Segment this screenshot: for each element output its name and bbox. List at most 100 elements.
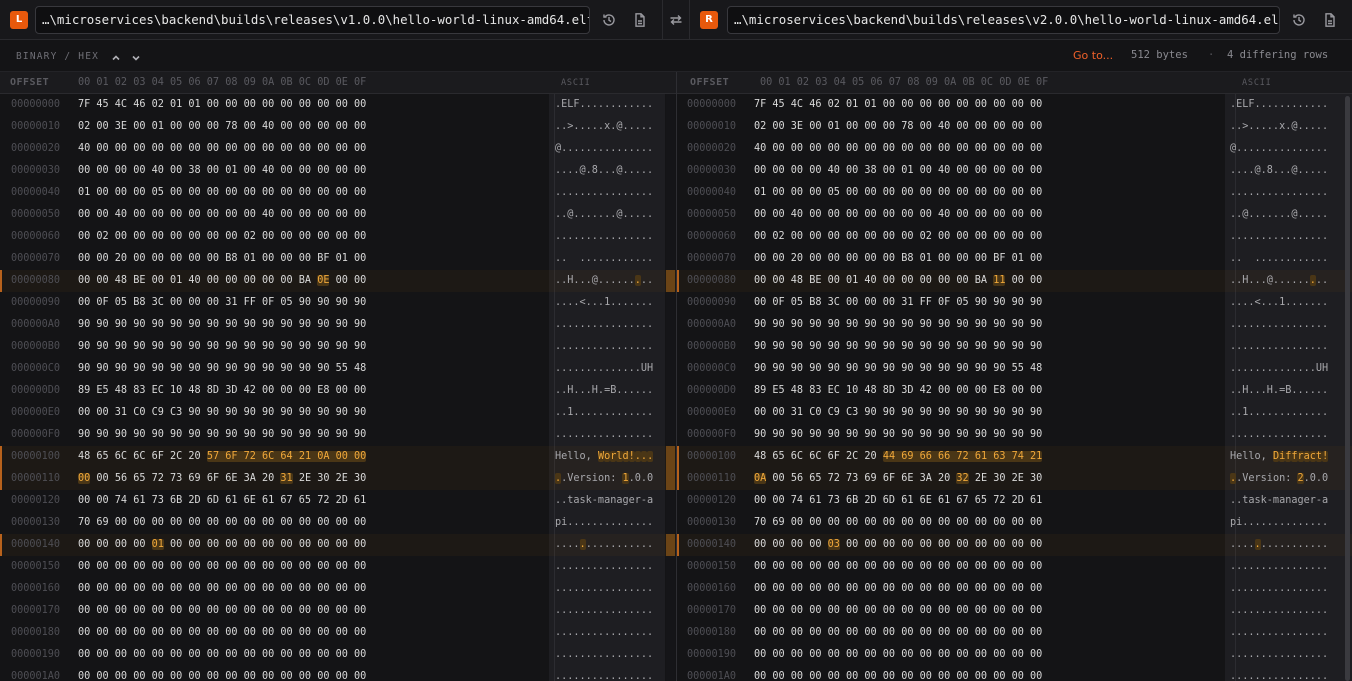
- goto-link[interactable]: Go to...: [1073, 49, 1113, 62]
- table-row[interactable]: 00000120 00 00 74 61 73 6B 2D 6D 61 6E 61…: [677, 490, 1352, 512]
- row-hex-bytes[interactable]: 90 90 90 90 90 90 90 90 90 90 90 90 90 9…: [754, 336, 1042, 358]
- row-hex-bytes[interactable]: 00 00 74 61 73 6B 2D 6D 61 6E 61 67 65 7…: [754, 490, 1042, 512]
- table-row[interactable]: 00000190 00 00 00 00 00 00 00 00 00 00 00…: [677, 644, 1352, 666]
- row-hex-bytes[interactable]: 00 00 00 00 00 00 00 00 00 00 00 00 00 0…: [754, 600, 1042, 622]
- row-ascii[interactable]: ................: [555, 644, 653, 666]
- table-row[interactable]: 00000040 01 00 00 00 05 00 00 00 00 00 00…: [677, 182, 1352, 204]
- row-hex-bytes[interactable]: 0A 00 56 65 72 73 69 6F 6E 3A 20 32 2E 3…: [754, 468, 1042, 490]
- row-hex-bytes[interactable]: 00 02 00 00 00 00 00 00 00 02 00 00 00 0…: [78, 226, 366, 248]
- table-row[interactable]: 000000E0 00 00 31 C0 C9 C3 90 90 90 90 90…: [677, 402, 1352, 424]
- row-hex-bytes[interactable]: 48 65 6C 6C 6F 2C 20 57 6F 72 6C 64 21 0…: [78, 446, 367, 468]
- row-ascii[interactable]: @...............: [555, 138, 653, 160]
- row-hex-bytes[interactable]: 00 00 31 C0 C9 C3 90 90 90 90 90 90 90 9…: [78, 402, 366, 424]
- table-row[interactable]: 000000F0 90 90 90 90 90 90 90 90 90 90 90…: [677, 424, 1352, 446]
- table-row[interactable]: 00000090 00 0F 05 B8 3C 00 00 00 31 FF 0F…: [677, 292, 1352, 314]
- table-row[interactable]: 000000D0 89 E5 48 83 EC 10 48 8D 3D 42 00…: [0, 380, 676, 402]
- table-row[interactable]: 00000180 00 00 00 00 00 00 00 00 00 00 00…: [0, 622, 676, 644]
- row-hex-bytes[interactable]: 00 0F 05 B8 3C 00 00 00 31 FF 0F 05 90 9…: [754, 292, 1042, 314]
- row-ascii[interactable]: ................: [1230, 424, 1328, 446]
- table-row[interactable]: 000000C0 90 90 90 90 90 90 90 90 90 90 90…: [677, 358, 1352, 380]
- row-ascii[interactable]: ....<...1.......: [555, 292, 653, 314]
- row-ascii[interactable]: ..H...H.=B......: [555, 380, 653, 402]
- row-ascii[interactable]: ................: [555, 600, 653, 622]
- row-hex-bytes[interactable]: 00 00 00 00 00 00 00 00 00 00 00 00 00 0…: [754, 556, 1042, 578]
- table-row[interactable]: 00000140 00 00 00 00 01 00 00 00 00 00 00…: [0, 534, 676, 556]
- table-row[interactable]: 000000D0 89 E5 48 83 EC 10 48 8D 3D 42 00…: [677, 380, 1352, 402]
- diff-minimap[interactable]: [666, 94, 675, 681]
- row-ascii[interactable]: ................: [1230, 336, 1328, 358]
- row-ascii[interactable]: ....@.8...@.....: [1230, 160, 1328, 182]
- row-hex-bytes[interactable]: 00 00 00 00 40 00 38 00 01 00 40 00 00 0…: [754, 160, 1042, 182]
- document-icon[interactable]: [632, 12, 648, 28]
- right-hex-pane[interactable]: OFFSET 00 01 02 03 04 05 06 07 08 09 0A …: [677, 72, 1352, 681]
- diff-marker[interactable]: [666, 446, 675, 468]
- table-row[interactable]: 00000020 40 00 00 00 00 00 00 00 00 00 00…: [677, 138, 1352, 160]
- document-icon[interactable]: [1322, 12, 1338, 28]
- row-ascii[interactable]: ................: [555, 226, 653, 248]
- row-hex-bytes[interactable]: 00 0F 05 B8 3C 00 00 00 31 FF 0F 05 90 9…: [78, 292, 366, 314]
- row-ascii[interactable]: Hello, Diffract!: [1230, 446, 1329, 468]
- row-ascii[interactable]: .ELF............: [555, 94, 653, 116]
- table-row[interactable]: 00000000 7F 45 4C 46 02 01 01 00 00 00 00…: [0, 94, 676, 116]
- row-hex-bytes[interactable]: 90 90 90 90 90 90 90 90 90 90 90 90 90 9…: [754, 314, 1042, 336]
- table-row[interactable]: 00000030 00 00 00 00 40 00 38 00 01 00 40…: [677, 160, 1352, 182]
- row-hex-bytes[interactable]: 90 90 90 90 90 90 90 90 90 90 90 90 90 9…: [78, 424, 366, 446]
- table-row[interactable]: 00000090 00 0F 05 B8 3C 00 00 00 31 FF 0F…: [0, 292, 676, 314]
- row-ascii[interactable]: ................: [555, 336, 653, 358]
- table-row[interactable]: 00000050 00 00 40 00 00 00 00 00 00 00 40…: [0, 204, 676, 226]
- row-hex-bytes[interactable]: 00 00 00 00 00 00 00 00 00 00 00 00 00 0…: [754, 578, 1042, 600]
- row-ascii[interactable]: ................: [1230, 534, 1328, 556]
- row-hex-bytes[interactable]: 00 00 00 00 00 00 00 00 00 00 00 00 00 0…: [78, 622, 366, 644]
- row-ascii[interactable]: .ELF............: [1230, 94, 1328, 116]
- diff-marker[interactable]: [666, 534, 675, 556]
- row-ascii[interactable]: pi..............: [1230, 512, 1328, 534]
- row-hex-bytes[interactable]: 90 90 90 90 90 90 90 90 90 90 90 90 90 9…: [754, 424, 1042, 446]
- table-row[interactable]: 00000110 0A 00 56 65 72 73 69 6F 6E 3A 20…: [677, 468, 1352, 490]
- chevron-up-icon[interactable]: [110, 49, 122, 61]
- diff-marker[interactable]: [666, 468, 675, 490]
- table-row[interactable]: 00000170 00 00 00 00 00 00 00 00 00 00 00…: [0, 600, 676, 622]
- table-row[interactable]: 000000A0 90 90 90 90 90 90 90 90 90 90 90…: [0, 314, 676, 336]
- row-ascii[interactable]: ................: [555, 622, 653, 644]
- table-row[interactable]: 00000110 00 00 56 65 72 73 69 6F 6E 3A 20…: [0, 468, 676, 490]
- row-hex-bytes[interactable]: 00 00 00 00 03 00 00 00 00 00 00 00 00 0…: [754, 534, 1042, 556]
- row-hex-bytes[interactable]: 00 00 00 00 00 00 00 00 00 00 00 00 00 0…: [78, 556, 366, 578]
- row-ascii[interactable]: ................: [555, 534, 653, 556]
- row-ascii[interactable]: Hello, World!...: [555, 446, 654, 468]
- table-row[interactable]: 00000150 00 00 00 00 00 00 00 00 00 00 00…: [0, 556, 676, 578]
- table-row[interactable]: 00000130 70 69 00 00 00 00 00 00 00 00 00…: [0, 512, 676, 534]
- table-row[interactable]: 00000150 00 00 00 00 00 00 00 00 00 00 00…: [677, 556, 1352, 578]
- row-hex-bytes[interactable]: 01 00 00 00 05 00 00 00 00 00 00 00 00 0…: [78, 182, 366, 204]
- table-row[interactable]: 000000F0 90 90 90 90 90 90 90 90 90 90 90…: [0, 424, 676, 446]
- row-ascii[interactable]: ..H...@.........: [1230, 270, 1328, 292]
- row-ascii[interactable]: ..Version: 1.0.0: [555, 468, 653, 490]
- row-ascii[interactable]: ................: [555, 314, 653, 336]
- table-row[interactable]: 000001A0 00 00 00 00 00 00 00 00 00 00 00…: [0, 666, 676, 681]
- row-hex-bytes[interactable]: 70 69 00 00 00 00 00 00 00 00 00 00 00 0…: [78, 512, 366, 534]
- table-row[interactable]: 00000030 00 00 00 00 40 00 38 00 01 00 40…: [0, 160, 676, 182]
- diff-marker[interactable]: [666, 270, 675, 292]
- table-row[interactable]: 00000050 00 00 40 00 00 00 00 00 00 00 40…: [677, 204, 1352, 226]
- row-hex-bytes[interactable]: 00 00 00 00 00 00 00 00 00 00 00 00 00 0…: [754, 666, 1042, 681]
- right-file-path[interactable]: …\microservices\backend\builds\releases\…: [727, 6, 1280, 34]
- table-row[interactable]: 00000080 00 00 48 BE 00 01 40 00 00 00 00…: [0, 270, 676, 292]
- chevron-down-icon[interactable]: [130, 49, 142, 61]
- history-icon[interactable]: [1291, 12, 1307, 28]
- row-hex-bytes[interactable]: 00 00 00 00 01 00 00 00 00 00 00 00 00 0…: [78, 534, 366, 556]
- row-ascii[interactable]: pi..............: [555, 512, 653, 534]
- row-ascii[interactable]: ..task-manager-a: [555, 490, 653, 512]
- table-row[interactable]: 00000190 00 00 00 00 00 00 00 00 00 00 00…: [0, 644, 676, 666]
- scrollbar[interactable]: [1345, 96, 1350, 681]
- row-ascii[interactable]: ................: [1230, 182, 1328, 204]
- row-ascii[interactable]: ................: [1230, 314, 1328, 336]
- row-ascii[interactable]: .. ............: [1230, 248, 1328, 270]
- row-hex-bytes[interactable]: 00 00 48 BE 00 01 40 00 00 00 00 00 BA 0…: [78, 270, 366, 292]
- history-icon[interactable]: [601, 12, 617, 28]
- row-hex-bytes[interactable]: 00 00 20 00 00 00 00 00 B8 01 00 00 00 B…: [754, 248, 1042, 270]
- row-hex-bytes[interactable]: 00 00 00 00 00 00 00 00 00 00 00 00 00 0…: [78, 578, 366, 600]
- row-hex-bytes[interactable]: 40 00 00 00 00 00 00 00 00 00 00 00 00 0…: [78, 138, 366, 160]
- table-row[interactable]: 00000140 00 00 00 00 03 00 00 00 00 00 00…: [677, 534, 1352, 556]
- row-hex-bytes[interactable]: 00 00 00 00 00 00 00 00 00 00 00 00 00 0…: [78, 666, 366, 681]
- table-row[interactable]: 00000060 00 02 00 00 00 00 00 00 00 02 00…: [677, 226, 1352, 248]
- row-hex-bytes[interactable]: 40 00 00 00 00 00 00 00 00 00 00 00 00 0…: [754, 138, 1042, 160]
